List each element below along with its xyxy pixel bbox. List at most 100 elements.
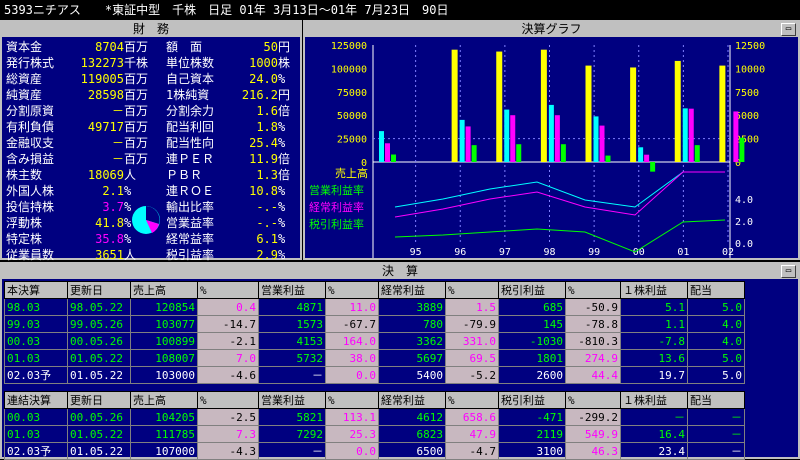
- kessan-table: 本決算 更新日 売上高% 営業利益% 経常利益% 税引利益% １株利益 配当 98.03 98.0…: [4, 281, 745, 384]
- column-header[interactable]: %: [325, 281, 379, 299]
- table-row[interactable]: 02.03予 01.05.22 107000 -4.3 － 0.0 6500 -4.7 3100…: [4, 442, 745, 460]
- finance-value: 1.3: [256, 168, 278, 182]
- table-cell: －: [258, 442, 326, 460]
- column-header[interactable]: %: [197, 391, 259, 409]
- column-header[interactable]: 経常利益: [378, 281, 446, 299]
- finance-value: 6.1: [256, 232, 278, 246]
- ratio-line: [394, 219, 726, 253]
- table-cell: 69.5: [445, 349, 499, 367]
- finance-value: 2.9: [256, 248, 278, 262]
- finance-row: 純資産 28598 百万 1株純資 216.2 円: [6, 87, 298, 103]
- chart-header: 決算グラフ: [305, 22, 798, 37]
- table-row[interactable]: 01.03 01.05.22 111785 7.3 7292 25.3 6823 47.9 21…: [4, 425, 745, 443]
- bar-3: [739, 137, 745, 162]
- column-header[interactable]: 営業利益: [258, 391, 326, 409]
- table-cell: -299.2: [565, 408, 621, 426]
- y-axis-tick-left: 125000: [331, 41, 367, 52]
- table-cell: 13.6: [620, 349, 688, 367]
- table-cell: 549.9: [565, 425, 621, 443]
- bar-1: [379, 131, 384, 162]
- column-header[interactable]: 売上高: [130, 391, 198, 409]
- finance-unit: 人: [124, 168, 137, 182]
- column-header[interactable]: 配当: [687, 281, 745, 299]
- minimize-button[interactable]: ▭: [781, 23, 796, 36]
- column-header[interactable]: 更新日: [67, 391, 131, 409]
- finance-value: －: [111, 136, 124, 150]
- finance-row: 含み損益－百万 連ＰＥＲ 11.9 倍: [6, 151, 298, 167]
- table-cell: -471: [498, 408, 566, 426]
- column-header[interactable]: 営業利益: [258, 281, 326, 299]
- table-row[interactable]: 00.03 00.05.26 104205 -2.5 5821 113.1 4612 658.…: [4, 408, 745, 426]
- column-header[interactable]: %: [565, 391, 621, 409]
- table-cell: 11.0: [325, 298, 379, 316]
- column-header[interactable]: %: [325, 391, 379, 409]
- column-header[interactable]: 本決算: [4, 281, 68, 299]
- finance-value: 119005: [80, 72, 124, 86]
- table-cell: -7.8: [620, 332, 688, 350]
- x-axis-tick: 99: [588, 247, 600, 258]
- table-cell: 23.4: [620, 442, 688, 460]
- table-cell: 113.1: [325, 408, 379, 426]
- y-axis-tick-right: 12500: [735, 41, 765, 52]
- table-cell: 2119: [498, 425, 566, 443]
- table-cell: 103000: [130, 366, 198, 384]
- bar-3: [471, 145, 477, 162]
- kessan-minimize-button[interactable]: ▭: [781, 265, 796, 278]
- bar-1: [593, 116, 599, 162]
- table-cell: 5.0: [687, 298, 745, 316]
- table-row[interactable]: 00.03 00.05.26 100899 -2.1 4153 164.0 3362 331.…: [4, 332, 745, 350]
- table-cell: -4.7: [445, 442, 499, 460]
- column-header[interactable]: 売上高: [130, 281, 198, 299]
- x-axis-tick: 97: [499, 247, 511, 258]
- column-header[interactable]: %: [445, 281, 499, 299]
- finance-unit: 百万: [124, 40, 149, 54]
- finance-value: 2.1: [102, 184, 124, 198]
- column-header[interactable]: １株利益: [620, 281, 688, 299]
- bar-2: [733, 111, 739, 162]
- column-header[interactable]: %: [445, 391, 499, 409]
- column-header[interactable]: 税引利益: [498, 281, 566, 299]
- table-cell: 19.7: [620, 366, 688, 384]
- legend-item: 営業利益率: [309, 183, 364, 197]
- finance-unit: %: [278, 136, 286, 150]
- table-row[interactable]: 02.03予 01.05.22 103000 -4.6 － 0.0 5400 -5.2 2600…: [4, 366, 745, 384]
- table-cell: 98.05.22: [67, 298, 131, 316]
- table-row[interactable]: 01.03 01.05.22 108007 7.0 5732 38.0 5697 69.5 18…: [4, 349, 745, 367]
- column-header[interactable]: 更新日: [67, 281, 131, 299]
- table-cell: 120854: [130, 298, 198, 316]
- finance-unit: 千株: [124, 56, 149, 70]
- legend-item: 税引利益率: [309, 217, 364, 231]
- y-axis-tick-left: 75000: [337, 88, 367, 99]
- y-axis-tick-left: 25000: [337, 135, 367, 146]
- bar-1: [459, 119, 465, 162]
- table-cell: －: [687, 442, 745, 460]
- bar-1: [548, 104, 554, 162]
- table-row[interactable]: 99.03 99.05.26 103077 -14.7 1573 -67.7 780 -79.…: [4, 315, 745, 333]
- table-cell: 103077: [130, 315, 198, 333]
- column-header[interactable]: 配当: [687, 391, 745, 409]
- column-header[interactable]: 経常利益: [378, 391, 446, 409]
- column-header[interactable]: 連結決算: [4, 391, 68, 409]
- column-header[interactable]: %: [197, 281, 259, 299]
- table-cell: 01.05.22: [67, 442, 131, 460]
- finance-value: 24.0: [249, 72, 278, 86]
- table-row[interactable]: 98.03 98.05.22 120854 0.4 4871 11.0 3889 1.5 685…: [4, 298, 745, 316]
- finance-value: －: [111, 152, 124, 166]
- finance-unit: 人: [124, 248, 137, 262]
- table-cell: 01.05.22: [67, 366, 131, 384]
- bar-1: [504, 109, 510, 162]
- table-cell: 00.05.26: [67, 332, 131, 350]
- finance-unit: 倍: [278, 152, 291, 166]
- table-cell: 7.3: [197, 425, 259, 443]
- finance-unit: %: [278, 72, 286, 86]
- column-header[interactable]: %: [565, 281, 621, 299]
- table-cell: 98.03: [4, 298, 68, 316]
- column-header[interactable]: １株利益: [620, 391, 688, 409]
- column-header[interactable]: 税引利益: [498, 391, 566, 409]
- consolidated-table: 連結決算 更新日 売上高% 営業利益% 経常利益% 税引利益% １株利益 配当 00.03 00.…: [4, 391, 745, 460]
- finance-unit: %: [278, 200, 286, 214]
- finance-unit: %: [278, 232, 286, 246]
- table-cell: -4.6: [197, 366, 259, 384]
- finance-value: 8704: [95, 40, 124, 54]
- x-axis-tick: 98: [543, 247, 555, 258]
